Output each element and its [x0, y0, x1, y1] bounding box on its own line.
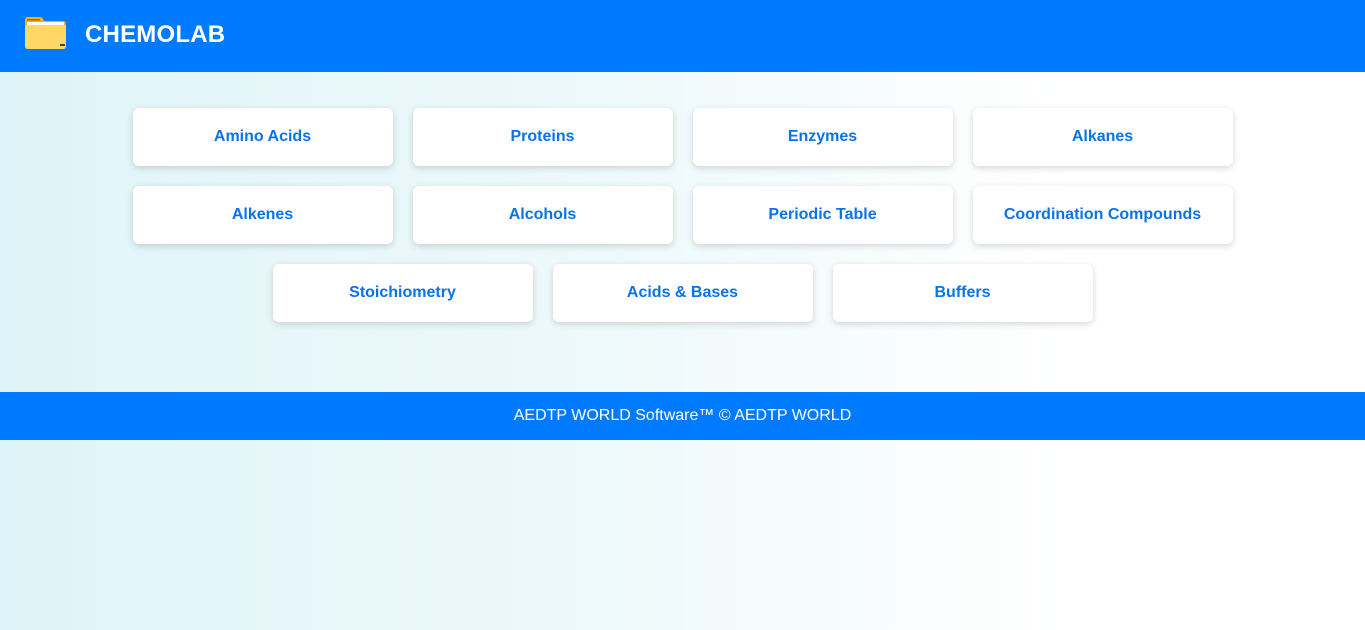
topic-row-2: Alkenes Alcohols Periodic Table Coordina… [0, 186, 1365, 244]
topic-button-enzymes[interactable]: Enzymes [692, 108, 953, 166]
footer-text: AEDTP WORLD Software™ © AEDTP WORLD [513, 407, 852, 424]
topic-button-stoichiometry[interactable]: Stoichiometry [272, 264, 533, 322]
topic-button-alkenes[interactable]: Alkenes [132, 186, 393, 244]
folder-icon [25, 17, 66, 49]
topic-row-3: Stoichiometry Acids & Bases Buffers [0, 264, 1365, 322]
topic-row-1: Amino Acids Proteins Enzymes Alkanes [0, 108, 1365, 166]
topic-button-proteins[interactable]: Proteins [412, 108, 673, 166]
topic-button-coordination-compounds[interactable]: Coordination Compounds [972, 186, 1233, 244]
topic-button-periodic-table[interactable]: Periodic Table [692, 186, 953, 244]
app-header: CHEMOLAB [0, 0, 1365, 72]
app-title: CHEMOLAB [85, 21, 226, 48]
topic-button-acids-bases[interactable]: Acids & Bases [552, 264, 813, 322]
topic-button-buffers[interactable]: Buffers [832, 264, 1093, 322]
app-footer: AEDTP WORLD Software™ © AEDTP WORLD [0, 392, 1365, 440]
topic-button-alcohols[interactable]: Alcohols [412, 186, 673, 244]
topic-button-alkanes[interactable]: Alkanes [972, 108, 1233, 166]
topic-button-amino-acids[interactable]: Amino Acids [132, 108, 393, 166]
